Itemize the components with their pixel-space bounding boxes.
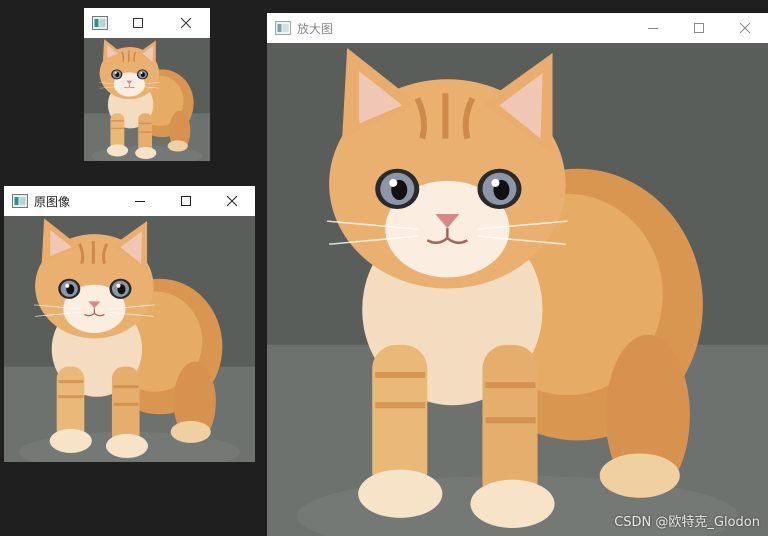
close-icon [740,23,750,33]
maximize-icon [181,196,191,206]
enlarged-minimize-button[interactable] [630,13,676,43]
desktop: 原图像 放大图 CSDN @欧特克_Glodon [0,0,768,536]
original-minimize-button[interactable] [117,186,163,216]
enlarged-title: 放大图 [297,21,334,36]
opencv-window-icon [92,16,108,30]
maximize-icon [694,23,704,33]
original-close-button[interactable] [209,186,255,216]
thumbnail-image-area [84,38,210,161]
original-window[interactable]: 原图像 [4,186,255,462]
close-icon [227,196,237,206]
kitten-image-enlarged [267,43,768,536]
opencv-window-icon [275,21,291,35]
opencv-window-icon [12,194,28,208]
csdn-watermark: CSDN @欧特克_Glodon [614,515,760,530]
close-icon [181,18,191,28]
original-titlebar[interactable]: 原图像 [4,186,255,216]
minimize-icon [648,28,658,29]
enlarged-image-area: CSDN @欧特克_Glodon [267,43,768,536]
original-title: 原图像 [34,194,71,209]
enlarged-close-button[interactable] [722,13,768,43]
thumbnail-close-button[interactable] [162,8,210,38]
thumbnail-titlebar[interactable] [84,8,210,38]
thumbnail-window[interactable] [84,8,210,161]
kitten-image-original [4,216,255,462]
maximize-icon [133,18,143,28]
thumbnail-maximize-button[interactable] [114,8,162,38]
enlarged-titlebar[interactable]: 放大图 [267,13,768,43]
enlarged-window[interactable]: 放大图 CSDN @欧特克_Glodon [267,13,768,536]
original-image-area [4,216,255,462]
minimize-icon [135,201,145,202]
original-maximize-button[interactable] [163,186,209,216]
kitten-image-thumbnail [84,38,210,161]
enlarged-maximize-button[interactable] [676,13,722,43]
